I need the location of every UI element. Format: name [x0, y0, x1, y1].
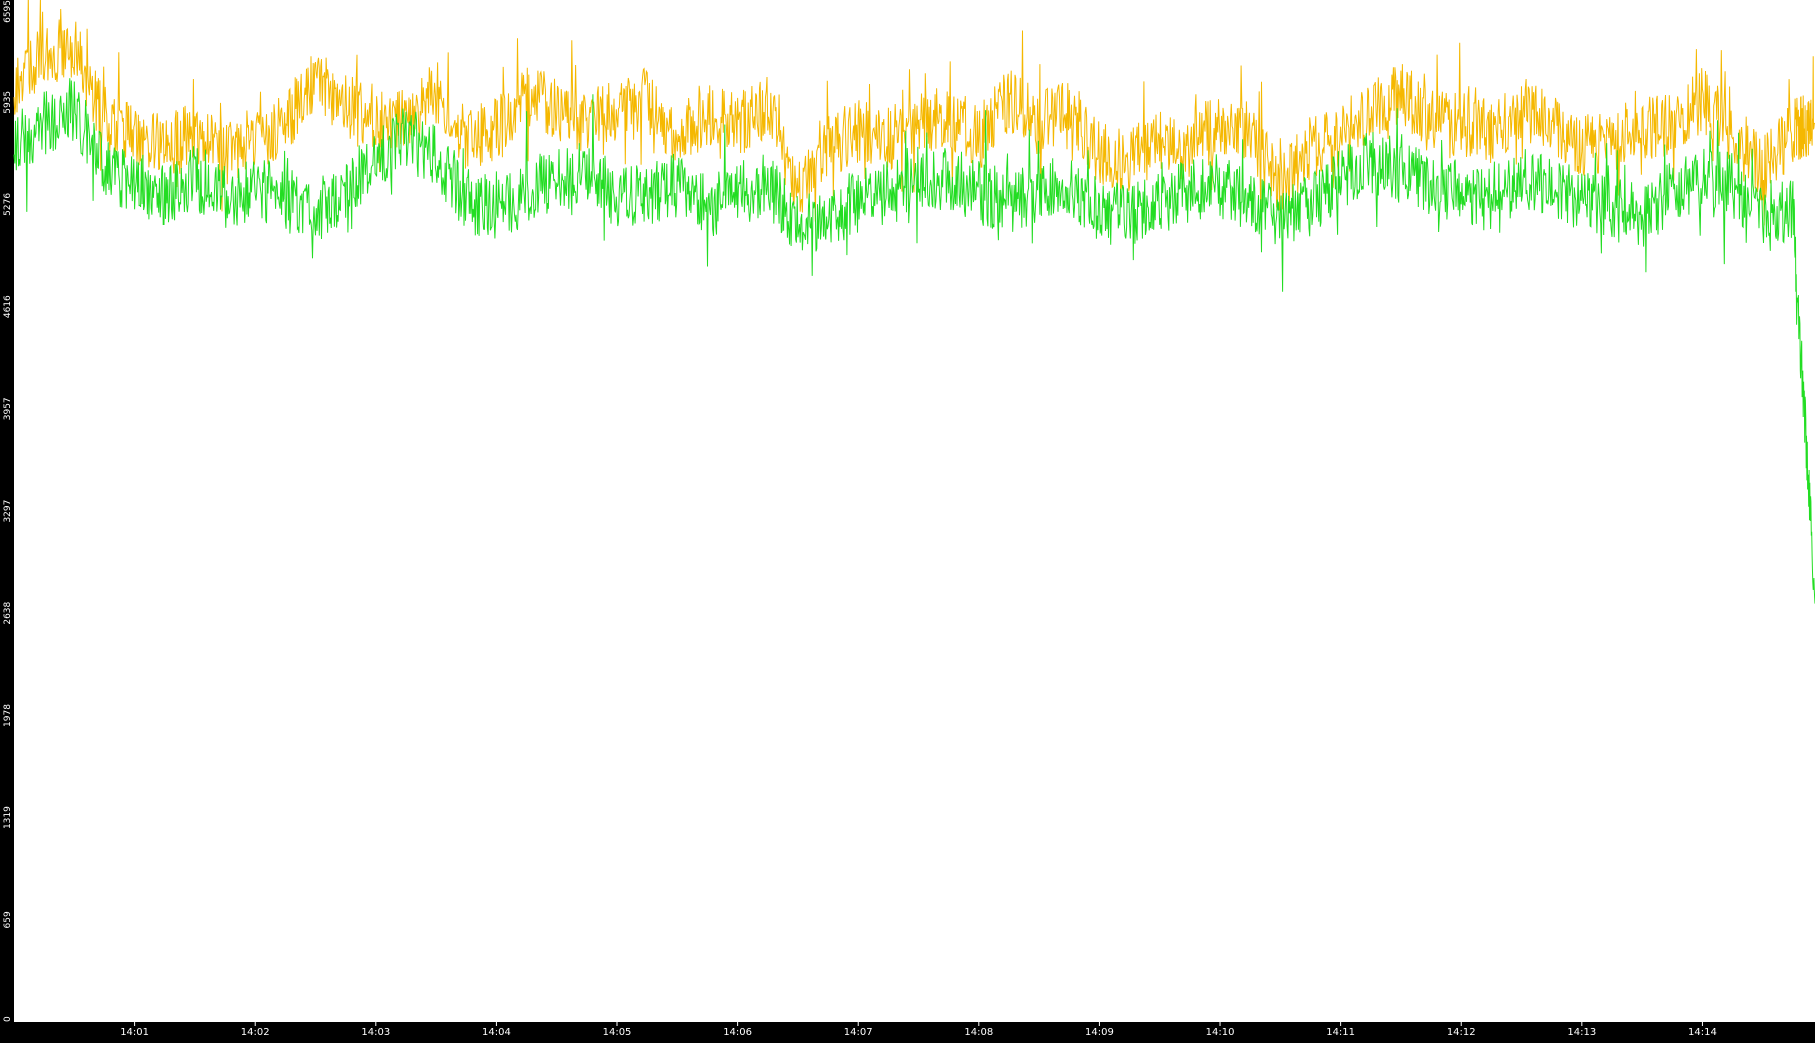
x-tick-label: 14:10	[1206, 1027, 1235, 1038]
y-tick-label: 1978	[3, 704, 13, 727]
x-tick-label: 14:05	[603, 1027, 632, 1038]
x-tick-label: 14:12	[1447, 1027, 1476, 1038]
x-axis: 14:01 14:02 14:03 14:04 14:05 14:06 14:07 14:08…	[120, 1022, 1717, 1038]
y-tick-label: 3957	[3, 397, 13, 420]
chart-canvas: 0 659 1319 1978 2638 3297 3957 4616 5276 5935 6595…	[3, 0, 1815, 1038]
y-axis: 0 659 1319 1978 2638 3297 3957 4616 5276 5935 6595	[3, 0, 13, 1022]
y-tick-label: 5276	[3, 193, 13, 216]
y-tick-label: 0	[3, 1016, 13, 1022]
x-tick-label: 14:01	[120, 1027, 149, 1038]
y-tick-label: 6595	[3, 0, 13, 23]
y-tick-label: 1319	[3, 806, 13, 829]
y-tick-label: 2638	[3, 601, 13, 624]
x-tick-label: 14:03	[361, 1027, 390, 1038]
x-tick-label: 14:09	[1085, 1027, 1114, 1038]
y-tick-label: 5935	[3, 91, 13, 114]
x-tick-label: 14:02	[241, 1027, 270, 1038]
y-tick-label: 659	[3, 911, 13, 928]
y-tick-label: 3297	[3, 500, 13, 523]
x-tick-label: 14:14	[1688, 1027, 1717, 1038]
x-tick-label: 14:13	[1567, 1027, 1596, 1038]
x-tick-label: 14:04	[482, 1027, 511, 1038]
x-tick-label: 14:11	[1326, 1027, 1355, 1038]
x-tick-label: 14:08	[964, 1027, 993, 1038]
x-tick-label: 14:07	[844, 1027, 873, 1038]
x-tick-label: 14:06	[723, 1027, 752, 1038]
y-tick-label: 4616	[3, 295, 13, 318]
line-chart: 0 659 1319 1978 2638 3297 3957 4616 5276 5935 6595…	[0, 0, 1815, 1039]
